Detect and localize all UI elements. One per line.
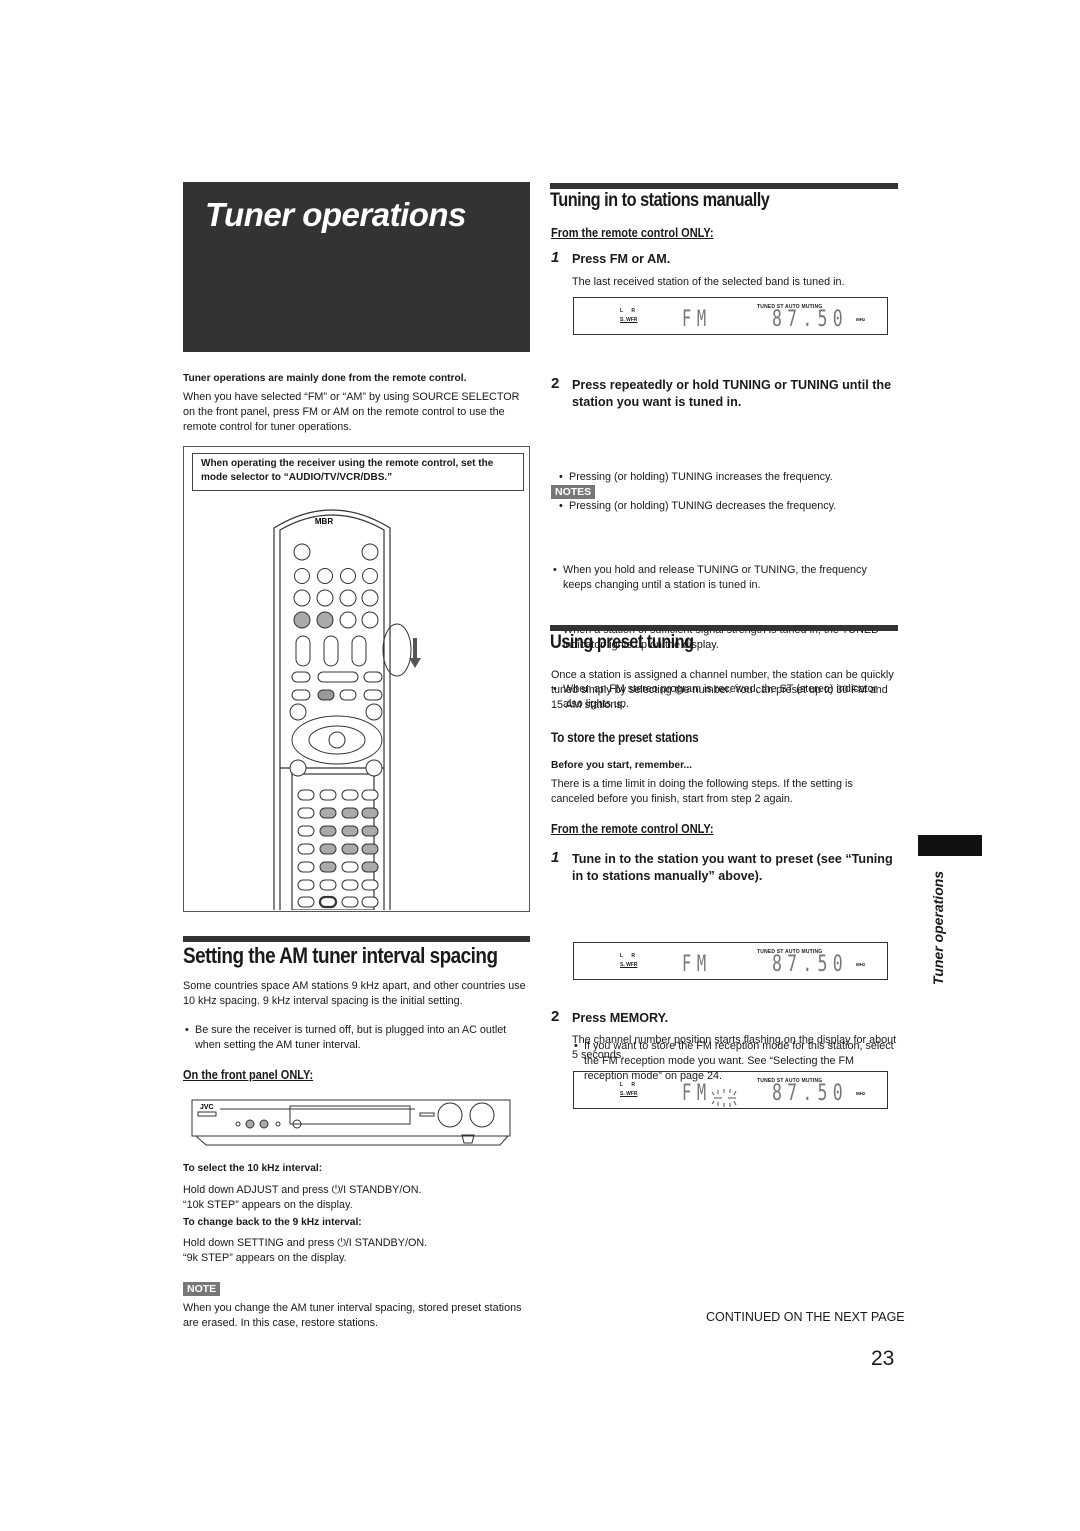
- select-10k-heading: To select the 10 kHz interval:: [183, 1163, 323, 1174]
- flashing-channel-icon: [711, 1089, 737, 1107]
- step-2-text: Press repeatedly or hold TUNING or TUNIN…: [572, 378, 892, 409]
- step-2-bullet: Pressing (or holding) TUNING increases t…: [557, 470, 897, 485]
- mode-selector-note: When operating the receiver using the re…: [192, 453, 524, 491]
- section-rule: [550, 625, 898, 631]
- receiver-front-panel-illustration: JVC: [191, 1099, 511, 1146]
- tuner-display: L R S. WFR TUNED ST AUTO MUTING FM 87.50…: [573, 297, 888, 335]
- page-number: 23: [871, 1347, 895, 1370]
- step-number: 1: [551, 849, 560, 866]
- jvc-logo: JVC: [200, 1104, 214, 1111]
- step-1-text: Press FM or AM.: [572, 252, 671, 266]
- section-rule: [550, 183, 898, 189]
- tuner-display: L R S. WFR TUNED ST AUTO MUTING FM 87.50…: [573, 942, 888, 980]
- intro-lead-text: When you have selected “FM” or “AM” by u…: [183, 391, 520, 433]
- preset-step-2-description: The channel number position starts flash…: [572, 1034, 897, 1061]
- display-lr-indicator: L R: [620, 1082, 636, 1088]
- back-9k-step: Hold down SETTING and press ⏻/I STANDBY/…: [183, 1237, 428, 1249]
- chapter-title-box: Tuner operations: [183, 182, 530, 352]
- remote-only-heading: From the remote control ONLY:: [551, 226, 714, 240]
- step-2-bullet: Pressing (or holding) TUNING decreases t…: [557, 499, 897, 514]
- back-9k-heading: To change back to the 9 kHz interval:: [183, 1217, 362, 1228]
- before-you-start-heading: Before you start, remember...: [551, 760, 692, 771]
- tuner-display-flashing: L R S. WFR TUNED ST AUTO MUTING FM 87.50…: [573, 1071, 888, 1109]
- preset-step-1-text: Tune in to the station you want to prese…: [572, 852, 893, 883]
- numeric-keypad: [297, 789, 379, 909]
- notes-badge: NOTES: [551, 485, 596, 499]
- store-presets-heading: To store the preset stations: [551, 730, 699, 745]
- select-10k-result: “10k STEP” appears on the display.: [183, 1199, 353, 1211]
- section-rule: [183, 936, 530, 942]
- display-swfr-indicator: S. WFR: [620, 962, 638, 968]
- display-frequency: 87.50: [772, 1081, 848, 1106]
- display-lr-indicator: L R: [620, 308, 636, 314]
- step-number: 1: [551, 249, 560, 266]
- note-item: When you hold and release TUNING or TUNI…: [551, 563, 896, 593]
- remote-only-heading: From the remote control ONLY:: [551, 822, 714, 836]
- intro-lead-bold: Tuner operations are mainly done from th…: [183, 373, 467, 384]
- remote-control-illustration: MBR: [273, 509, 421, 910]
- preset-tuning-heading: Using preset tuning: [550, 632, 694, 653]
- display-unit: MHz: [856, 317, 866, 322]
- display-swfr-indicator: S. WFR: [620, 317, 638, 323]
- chapter-title: Tuner operations: [205, 196, 466, 233]
- note-badge: NOTE: [183, 1282, 221, 1296]
- display-unit: MHz: [856, 1091, 866, 1096]
- front-panel-only-heading: On the front panel ONLY:: [183, 1068, 314, 1082]
- am-interval-body: Some countries space AM stations 9 kHz a…: [183, 980, 526, 1007]
- display-frequency: 87.50: [772, 952, 848, 977]
- am-interval-bullet: Be sure the receiver is turned off, but …: [183, 1023, 530, 1053]
- continued-notice: CONTINUED ON THE NEXT PAGE: [706, 1310, 905, 1324]
- step-1-description: The last received station of the selecte…: [572, 276, 845, 288]
- am-interval-heading: Setting the AM tuner interval spacing: [183, 943, 498, 968]
- step-number: 2: [551, 1008, 560, 1025]
- mode-selector-callout: [382, 623, 421, 677]
- display-unit: MHz: [856, 962, 866, 967]
- display-band: FM: [682, 952, 712, 977]
- chapter-side-label: Tuner operations: [930, 870, 946, 985]
- back-9k-result: “9k STEP” appears on the display.: [183, 1252, 347, 1264]
- manual-tuning-heading: Tuning in to stations manually: [550, 190, 770, 211]
- display-frequency: 87.50: [772, 307, 848, 332]
- remote-brand-logo: MBR: [315, 517, 333, 526]
- display-lr-indicator: L R: [620, 953, 636, 959]
- select-10k-step: Hold down ADJUST and press ⏻/I STANDBY/O…: [183, 1184, 422, 1196]
- preset-step-2-text: Press MEMORY.: [572, 1011, 669, 1025]
- am-interval-note: When you change the AM tuner interval sp…: [183, 1302, 522, 1329]
- step-number: 2: [551, 375, 560, 392]
- before-you-start-text: There is a time limit in doing the follo…: [551, 778, 853, 805]
- chapter-side-tab: [918, 835, 982, 856]
- preset-body: Once a station is assigned a channel num…: [551, 669, 894, 711]
- display-swfr-indicator: S. WFR: [620, 1091, 638, 1097]
- display-band: FM: [682, 307, 712, 332]
